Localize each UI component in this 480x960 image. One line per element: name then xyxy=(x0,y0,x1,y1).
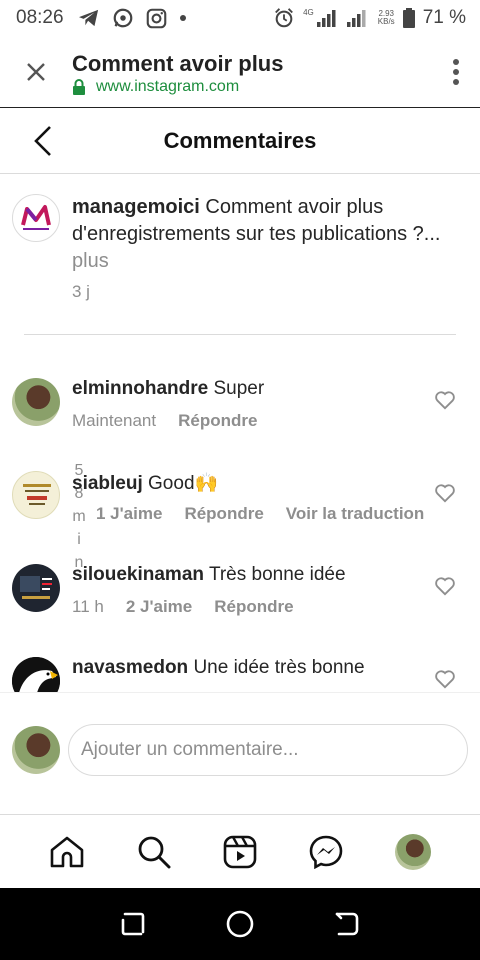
nav-messages[interactable] xyxy=(302,828,350,876)
lock-icon xyxy=(73,78,85,95)
overflow-menu-button[interactable] xyxy=(432,36,480,108)
search-icon xyxy=(138,836,171,868)
speed-unit: KB/s xyxy=(377,17,395,26)
comment-meta: 11 h 2 J'aime Répondre xyxy=(72,597,294,617)
dot-icon xyxy=(179,15,186,21)
comment-item: navasmedon Une idée très bonne xyxy=(12,657,468,692)
likes-count[interactable]: 1 J'aime xyxy=(96,504,162,524)
instagram-icon xyxy=(146,8,166,28)
messenger-icon xyxy=(310,835,343,869)
back-system-icon[interactable] xyxy=(333,910,361,938)
chevron-left-icon xyxy=(34,126,51,156)
caption-text: managemoici Comment avoir plus d'enregis… xyxy=(72,194,468,275)
eagle-thumbnail xyxy=(12,657,60,692)
profile-avatar xyxy=(394,833,431,870)
back-button[interactable] xyxy=(26,123,60,159)
signal-icon xyxy=(316,10,336,27)
battery-percent: 71 % xyxy=(422,7,466,28)
heart-icon[interactable] xyxy=(434,669,456,689)
avatar xyxy=(12,726,60,774)
heart-icon[interactable] xyxy=(434,390,456,410)
avatar[interactable] xyxy=(12,564,60,612)
reply-button[interactable]: Répondre xyxy=(178,411,257,431)
avatar[interactable] xyxy=(12,378,60,426)
heart-icon[interactable] xyxy=(434,483,456,503)
see-translation-button[interactable]: Voir la traduction xyxy=(286,504,425,524)
nav-profile[interactable] xyxy=(389,828,437,876)
home-circle-icon[interactable] xyxy=(225,909,255,939)
comment-item: 5 8 m i n siableuj Good🙌 1 J'aime Répond… xyxy=(12,462,468,571)
comment-username[interactable]: silouekinaman xyxy=(72,564,204,585)
battery-icon xyxy=(402,8,415,28)
comment-body: Très bonne idée xyxy=(208,564,346,585)
add-comment-bar xyxy=(12,722,468,778)
likes-count[interactable]: 2 J'aime xyxy=(126,597,192,617)
comment-item: silouekinaman Très bonne idée 11 h 2 J'a… xyxy=(12,564,468,656)
comment-body: Super xyxy=(213,378,265,399)
comment-text: silouekinaman Très bonne idée xyxy=(72,564,346,586)
comment-username[interactable]: elminnohandre xyxy=(72,378,208,399)
flyer-thumbnail xyxy=(23,484,51,505)
comment-meta: 1 J'aime Répondre Voir la traduction xyxy=(96,504,424,524)
divider xyxy=(0,692,480,693)
browser-url[interactable]: www.instagram.com xyxy=(96,78,239,96)
more-vertical-icon xyxy=(453,58,459,85)
comments-header: Commentaires xyxy=(0,108,480,174)
comment-text: siableuj Good🙌 xyxy=(72,471,218,495)
divider xyxy=(24,334,456,335)
heart-icon[interactable] xyxy=(434,576,456,596)
page-title: Commentaires xyxy=(163,127,317,153)
telegram-icon xyxy=(78,9,98,27)
signal-icon-2 xyxy=(346,10,366,27)
comment-item: elminnohandre Super Maintenant Répondre xyxy=(12,378,468,470)
comment-body: Good🙌 xyxy=(148,473,219,494)
avatar[interactable] xyxy=(12,194,60,242)
comment-username[interactable]: siableuj xyxy=(72,473,143,494)
comment-time: 11 h xyxy=(72,597,104,616)
comment-username[interactable]: navasmedon xyxy=(72,657,188,678)
recents-icon[interactable] xyxy=(119,910,147,938)
nav-reels[interactable] xyxy=(216,828,264,876)
close-button[interactable] xyxy=(0,36,72,108)
home-icon xyxy=(50,836,84,867)
avatar[interactable] xyxy=(12,657,60,692)
speed-indicator: 2.93 KB/s xyxy=(378,10,395,26)
browser-header: Comment avoir plus www.instagram.com xyxy=(0,36,480,108)
reply-button[interactable]: Répondre xyxy=(214,597,293,617)
browser-page-title: Comment avoir plus xyxy=(72,50,284,76)
caption-time: 3 j xyxy=(72,282,90,301)
nav-home[interactable] xyxy=(43,828,91,876)
whatsapp-icon xyxy=(113,8,132,28)
avatar[interactable] xyxy=(12,471,60,519)
bottom-nav xyxy=(0,814,480,888)
comment-meta: Maintenant Répondre xyxy=(72,411,257,431)
reply-button[interactable]: Répondre xyxy=(184,504,263,524)
managemoici-logo xyxy=(21,205,51,230)
comment-body: Une idée très bonne xyxy=(193,657,365,678)
network-indicator: 4G xyxy=(303,9,338,27)
system-nav-bar xyxy=(0,888,480,960)
caption-username[interactable]: managemoici xyxy=(72,196,200,218)
presentation-thumbnail xyxy=(20,576,52,599)
nav-search[interactable] xyxy=(130,828,178,876)
network-label: 4G xyxy=(303,8,314,17)
comments-list[interactable]: elminnohandre Super Maintenant Répondre … xyxy=(0,336,480,692)
status-bar: 08:26 4G 2.93 KB/s 71 % xyxy=(0,0,480,36)
comment-input[interactable] xyxy=(68,724,468,776)
comment-text: elminnohandre Super xyxy=(72,378,264,400)
caption-more-link[interactable]: plus xyxy=(72,250,109,272)
comment-text: navasmedon Une idée très bonne xyxy=(72,657,365,679)
status-time: 08:26 xyxy=(16,7,64,28)
comment-time: Maintenant xyxy=(72,411,157,430)
reels-icon xyxy=(223,835,257,868)
alarm-icon xyxy=(275,8,294,28)
close-icon xyxy=(27,62,45,81)
